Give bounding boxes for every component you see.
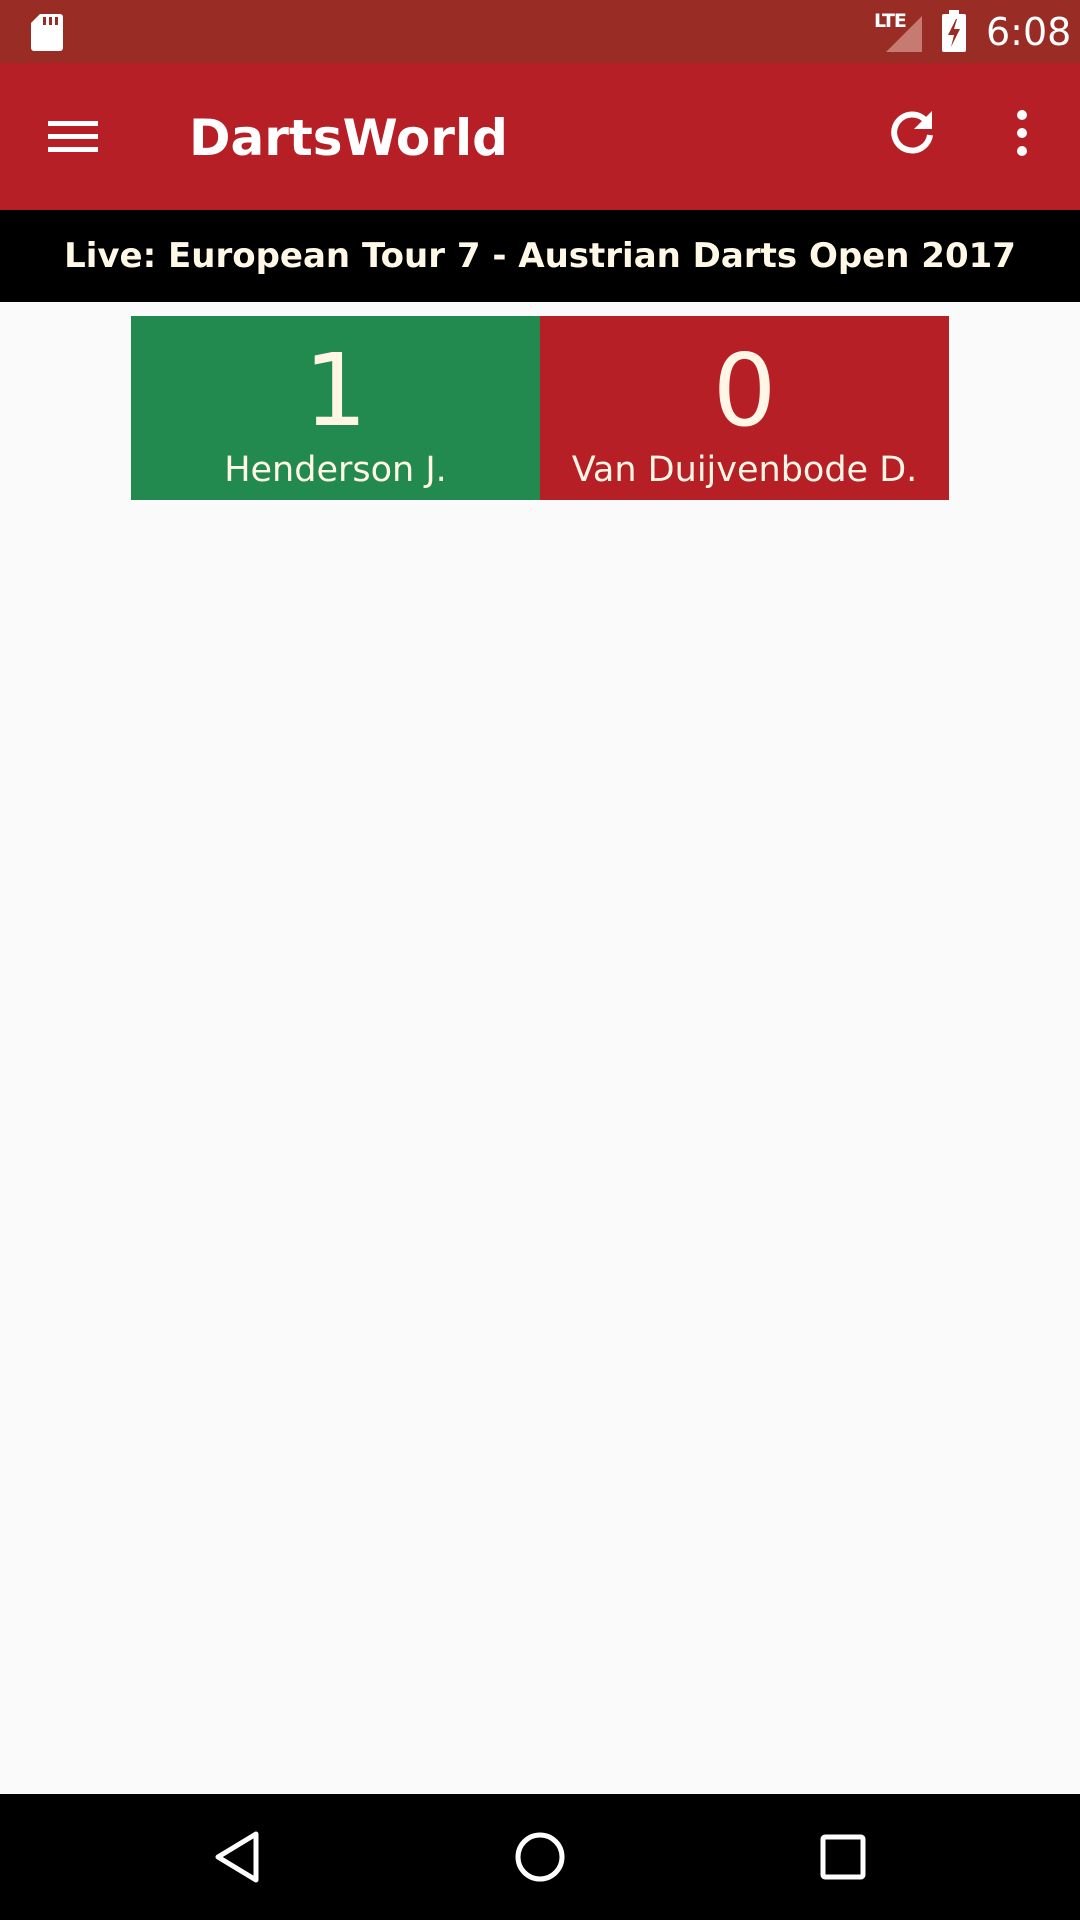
more-vert-icon[interactable] — [1000, 101, 1044, 165]
live-event-banner[interactable]: Live: European Tour 7 - Austrian Darts O… — [0, 210, 1080, 302]
status-clock: 6:08 — [986, 10, 1072, 54]
home-player-card[interactable]: 1 Henderson J. — [131, 316, 540, 500]
app-screen: LTE 6:08 DartsWorld Live: European Tour — [0, 0, 1080, 1920]
scoreboard[interactable]: 1 Henderson J. 0 Van Duijvenbode D. — [131, 316, 949, 500]
away-player-card[interactable]: 0 Van Duijvenbode D. — [540, 316, 949, 500]
system-nav-bar — [0, 1794, 1080, 1920]
app-bar: DartsWorld — [0, 63, 1080, 210]
signal-icon — [886, 16, 922, 52]
battery-charging-icon — [942, 10, 966, 52]
app-title: DartsWorld — [189, 109, 508, 167]
menu-icon[interactable] — [30, 103, 116, 169]
away-score: 0 — [712, 332, 777, 449]
away-player-name: Van Duijvenbode D. — [571, 450, 918, 490]
back-icon[interactable] — [206, 1824, 272, 1890]
sd-card-icon — [31, 14, 63, 51]
home-player-name: Henderson J. — [224, 450, 447, 490]
recents-icon[interactable] — [810, 1824, 876, 1890]
status-bar: LTE 6:08 — [0, 0, 1080, 63]
home-score: 1 — [303, 332, 368, 449]
home-icon[interactable] — [507, 1824, 573, 1890]
refresh-icon[interactable] — [880, 101, 944, 165]
